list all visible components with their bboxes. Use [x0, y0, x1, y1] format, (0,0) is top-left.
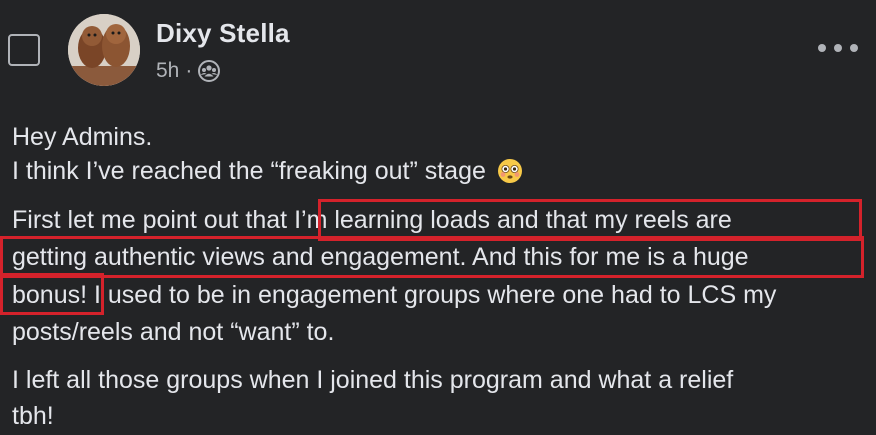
post-text-line: I left all those groups when I joined th…	[12, 366, 734, 394]
author-name[interactable]: Dixy Stella	[156, 18, 290, 49]
post-text-line: getting authentic views and engagement. …	[12, 243, 749, 271]
more-dot-icon	[850, 44, 858, 52]
meta-separator: ·	[185, 59, 193, 82]
post-text-line: Hey Admins.	[12, 123, 153, 151]
group-icon[interactable]	[198, 60, 221, 82]
post-meta: 5h ·	[156, 58, 221, 84]
post-text-line: I think I’ve reached the “freaking out” …	[12, 157, 523, 186]
post-text-line: posts/reels and not “want” to.	[12, 318, 335, 346]
author-avatar[interactable]	[68, 14, 140, 86]
more-dot-icon	[834, 44, 842, 52]
post-text-line: tbh!	[12, 402, 54, 430]
select-post-checkbox[interactable]	[8, 34, 40, 66]
post-text-line: First let me point out that I’m learning…	[12, 206, 732, 234]
flushed-face-emoji-icon	[497, 159, 522, 183]
post-text-segment: I think I’ve reached the “freaking out” …	[12, 157, 486, 185]
avatar-photo-icon	[68, 14, 140, 86]
post-text-line: bonus! I used to be in engagement groups…	[12, 281, 777, 309]
more-options-button[interactable]	[818, 36, 858, 60]
post-time[interactable]: 5h	[156, 59, 179, 83]
more-dot-icon	[818, 44, 826, 52]
